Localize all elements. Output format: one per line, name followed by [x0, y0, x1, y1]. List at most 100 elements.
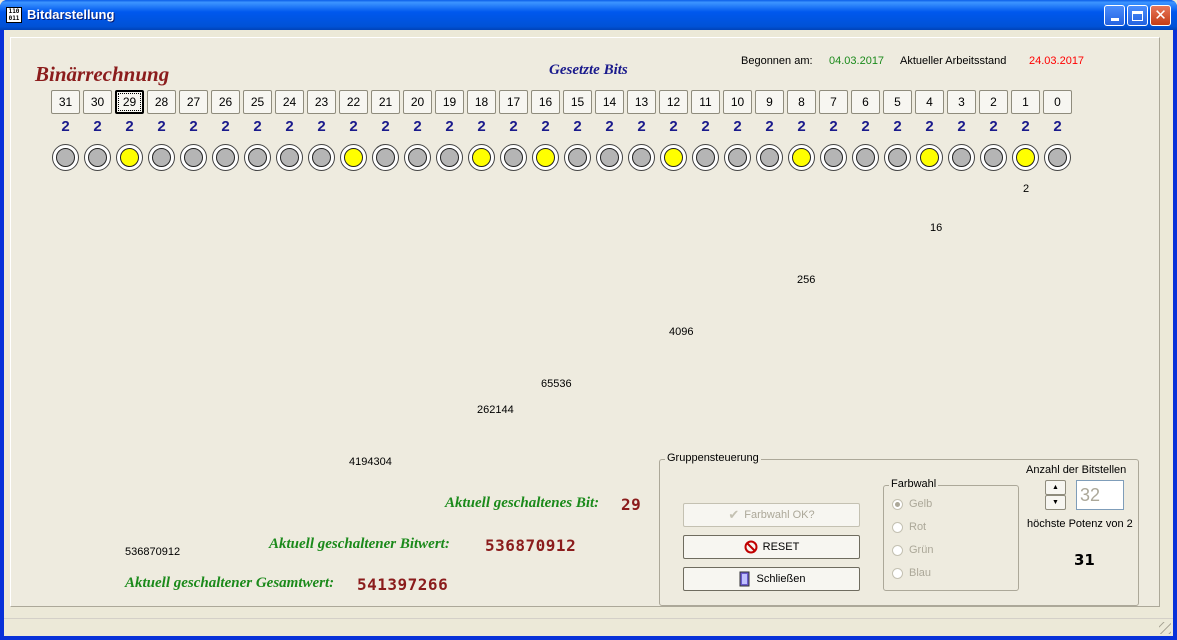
bit-led-22[interactable]	[340, 144, 367, 171]
bit-button-3[interactable]: 3	[947, 90, 976, 114]
bit-button-16[interactable]: 16	[531, 90, 560, 114]
farbwahl-ok-button[interactable]: ✔ Farbwahl OK?	[683, 503, 860, 527]
bit-led-17[interactable]	[500, 144, 527, 171]
bit-led-28[interactable]	[148, 144, 175, 171]
bit-led-2[interactable]	[980, 144, 1007, 171]
bit-button-20[interactable]: 20	[403, 90, 432, 114]
bit-led-9[interactable]	[756, 144, 783, 171]
bit-button-24[interactable]: 24	[275, 90, 304, 114]
bit-button-18[interactable]: 18	[467, 90, 496, 114]
bit-button-5[interactable]: 5	[883, 90, 912, 114]
bit-led-6[interactable]	[852, 144, 879, 171]
power-value: 4096	[669, 326, 694, 338]
bit-led-26[interactable]	[212, 144, 239, 171]
radio-circle[interactable]	[892, 498, 903, 510]
bit-button-29[interactable]: 29	[115, 90, 144, 114]
anzahl-input[interactable]: 32	[1076, 480, 1124, 510]
bit-base-label: 2	[221, 118, 230, 135]
bit-led-21[interactable]	[372, 144, 399, 171]
radio-circle[interactable]	[892, 544, 903, 556]
bit-led-24[interactable]	[276, 144, 303, 171]
bit-base-label: 2	[381, 118, 390, 135]
bit-button-26[interactable]: 26	[211, 90, 240, 114]
bit-base-label: 2	[1021, 118, 1030, 135]
power-value: 4194304	[349, 456, 392, 468]
bit-button-12[interactable]: 12	[659, 90, 688, 114]
radio-blau[interactable]: Blau	[892, 567, 931, 579]
anzahl-label: Anzahl der Bitstellen	[1026, 464, 1127, 476]
bit-led-19[interactable]	[436, 144, 463, 171]
led-indicator	[696, 148, 715, 167]
bit-button-27[interactable]: 27	[179, 90, 208, 114]
bit-button-11[interactable]: 11	[691, 90, 720, 114]
bit-led-13[interactable]	[628, 144, 655, 171]
bit-base-label: 2	[413, 118, 422, 135]
bit-button-30[interactable]: 30	[83, 90, 112, 114]
farbwahl-group: Farbwahl Gelb Rot Grün Blau	[883, 478, 1019, 591]
bit-button-31[interactable]: 31	[51, 90, 80, 114]
radio-circle[interactable]	[892, 521, 903, 533]
bit-led-8[interactable]	[788, 144, 815, 171]
bit-button-17[interactable]: 17	[499, 90, 528, 114]
no-entry-icon	[744, 540, 758, 554]
radio-rot[interactable]: Rot	[892, 521, 926, 533]
maximize-button[interactable]	[1127, 5, 1148, 26]
bit-button-7[interactable]: 7	[819, 90, 848, 114]
bit-button-1[interactable]: 1	[1011, 90, 1040, 114]
bit-button-22[interactable]: 22	[339, 90, 368, 114]
bit-led-0[interactable]	[1044, 144, 1071, 171]
bit-button-8[interactable]: 8	[787, 90, 816, 114]
spin-up-button[interactable]: ▲	[1045, 480, 1066, 495]
bit-button-25[interactable]: 25	[243, 90, 272, 114]
bit-led-7[interactable]	[820, 144, 847, 171]
bit-button-14[interactable]: 14	[595, 90, 624, 114]
bit-led-29[interactable]	[116, 144, 143, 171]
bit-button-28[interactable]: 28	[147, 90, 176, 114]
radio-grün[interactable]: Grün	[892, 544, 933, 556]
bit-button-6[interactable]: 6	[851, 90, 880, 114]
arbeitsstand-label: Aktueller Arbeitsstand	[900, 55, 1007, 67]
bit-led-25[interactable]	[244, 144, 271, 171]
bit-led-30[interactable]	[84, 144, 111, 171]
bit-button-10[interactable]: 10	[723, 90, 752, 114]
bit-button-15[interactable]: 15	[563, 90, 592, 114]
bit-led-20[interactable]	[404, 144, 431, 171]
bit-led-3[interactable]	[948, 144, 975, 171]
begonnen-date: 04.03.2017	[829, 55, 885, 67]
bit-button-4[interactable]: 4	[915, 90, 944, 114]
bit-led-1[interactable]	[1012, 144, 1039, 171]
bit-led-16[interactable]	[532, 144, 559, 171]
bit-led-12[interactable]	[660, 144, 687, 171]
bit-led-31[interactable]	[52, 144, 79, 171]
bit-button-0[interactable]: 0	[1043, 90, 1072, 114]
close-button[interactable]: ✕	[1150, 5, 1171, 26]
led-indicator	[632, 148, 651, 167]
power-value: 65536	[541, 378, 572, 390]
bit-led-4[interactable]	[916, 144, 943, 171]
bit-button-2[interactable]: 2	[979, 90, 1008, 114]
bit-led-18[interactable]	[468, 144, 495, 171]
bit-led-15[interactable]	[564, 144, 591, 171]
bit-button-13[interactable]: 13	[627, 90, 656, 114]
radio-circle[interactable]	[892, 567, 903, 579]
bit-led-10[interactable]	[724, 144, 751, 171]
reset-button[interactable]: RESET	[683, 535, 860, 559]
bit-led-27[interactable]	[180, 144, 207, 171]
schliessen-button[interactable]: Schließen	[683, 567, 860, 591]
bit-led-5[interactable]	[884, 144, 911, 171]
resize-grip-icon[interactable]	[1159, 622, 1171, 634]
spin-down-button[interactable]: ▼	[1045, 495, 1066, 510]
bit-button-9[interactable]: 9	[755, 90, 784, 114]
bit-base-label: 2	[317, 118, 326, 135]
bit-button-21[interactable]: 21	[371, 90, 400, 114]
bit-base-label: 2	[125, 118, 134, 135]
bit-button-23[interactable]: 23	[307, 90, 336, 114]
bit-led-11[interactable]	[692, 144, 719, 171]
bit-base-label: 2	[637, 118, 646, 135]
bit-led-23[interactable]	[308, 144, 335, 171]
radio-gelb[interactable]: Gelb	[892, 498, 932, 510]
title-bar[interactable]: 110 011 Bitdarstellung ✕	[0, 0, 1177, 30]
bit-led-14[interactable]	[596, 144, 623, 171]
bit-button-19[interactable]: 19	[435, 90, 464, 114]
minimize-button[interactable]	[1104, 5, 1125, 26]
